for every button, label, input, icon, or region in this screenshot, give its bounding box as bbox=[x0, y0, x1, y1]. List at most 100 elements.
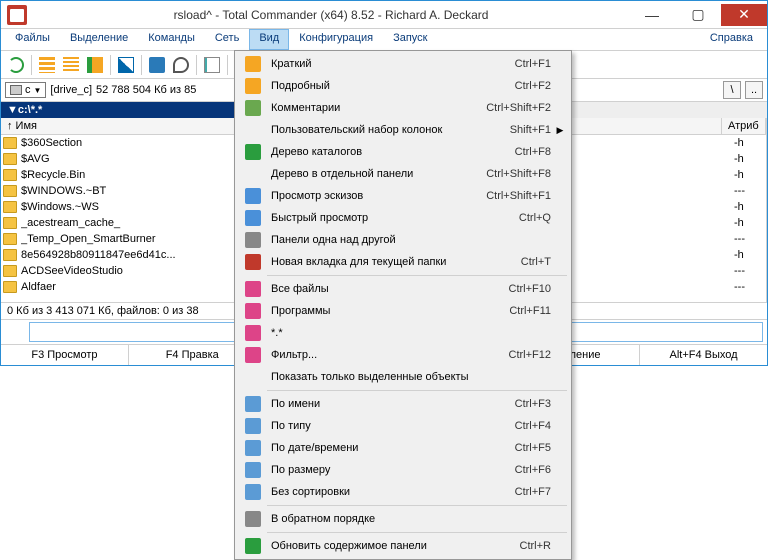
menu-shortcut: Ctrl+F7 bbox=[515, 486, 555, 498]
menu-Конфигурация[interactable]: Конфигурация bbox=[289, 29, 383, 50]
reverse-icon bbox=[245, 511, 261, 527]
menu-item[interactable]: *.* bbox=[237, 322, 569, 344]
menu-label: Дерево в отдельной панели bbox=[265, 168, 486, 180]
nosort-icon bbox=[245, 484, 261, 500]
col-attr-r[interactable]: Атриб bbox=[722, 118, 766, 134]
fkey-button[interactable]: F3 Просмотр bbox=[1, 345, 129, 365]
menu-shortcut: Ctrl+F1 bbox=[515, 58, 555, 70]
invert-icon bbox=[118, 57, 134, 73]
app-window: rsload^ - Total Commander (x64) 8.52 - R… bbox=[0, 0, 768, 366]
menu-label: Подробный bbox=[265, 80, 515, 92]
menu-item[interactable]: ПрограммыCtrl+F11 bbox=[237, 300, 569, 322]
menu-label: Краткий bbox=[265, 58, 515, 70]
menu-shortcut: Shift+F1 bbox=[510, 124, 555, 136]
folder-icon bbox=[3, 185, 17, 197]
thumbs-icon bbox=[245, 188, 261, 204]
menu-item[interactable]: КраткийCtrl+F1 bbox=[237, 53, 569, 75]
menu-label: Без сортировки bbox=[265, 486, 515, 498]
drive-selector-left[interactable]: c ▼ bbox=[5, 82, 46, 98]
full-icon bbox=[63, 57, 79, 73]
chevron-down-icon: ▼ bbox=[34, 86, 42, 95]
menu-shortcut: Ctrl+F3 bbox=[515, 398, 555, 410]
menu-label: Просмотр эскизов bbox=[265, 190, 486, 202]
full-icon bbox=[245, 78, 261, 94]
menu-shortcut: Ctrl+F12 bbox=[509, 349, 556, 361]
notepad-button[interactable] bbox=[201, 54, 223, 76]
menu-shortcut: Ctrl+Shift+F1 bbox=[486, 190, 555, 202]
refresh-button[interactable] bbox=[5, 54, 27, 76]
search-button[interactable] bbox=[170, 54, 192, 76]
menu-Файлы[interactable]: Файлы bbox=[5, 29, 60, 50]
maximize-button[interactable]: ▢ bbox=[675, 4, 721, 26]
view-full-button[interactable] bbox=[60, 54, 82, 76]
nav-up-right[interactable]: .. bbox=[745, 81, 763, 99]
ftp-button[interactable] bbox=[146, 54, 168, 76]
menu-Выделение[interactable]: Выделение bbox=[60, 29, 138, 50]
titlebar: rsload^ - Total Commander (x64) 8.52 - R… bbox=[1, 1, 767, 29]
menu-item[interactable]: Дерево в отдельной панелиCtrl+Shift+F8 bbox=[237, 163, 569, 185]
menu-shortcut: Ctrl+F8 bbox=[515, 146, 555, 158]
minimize-button[interactable]: — bbox=[629, 4, 675, 26]
menu-item[interactable]: Показать только выделенные объекты bbox=[237, 366, 569, 388]
nav-root-right[interactable]: \ bbox=[723, 81, 741, 99]
sorttype-icon bbox=[245, 418, 261, 434]
view-brief-button[interactable] bbox=[36, 54, 58, 76]
drive-letter: c bbox=[25, 84, 31, 96]
quickview-icon bbox=[245, 210, 261, 226]
menu-item[interactable]: По типуCtrl+F4 bbox=[237, 415, 569, 437]
folder-icon bbox=[3, 201, 17, 213]
menu-shortcut: Ctrl+F10 bbox=[509, 283, 556, 295]
menu-item[interactable]: Обновить содержимое панелиCtrl+R bbox=[237, 535, 569, 557]
folder-icon bbox=[3, 233, 17, 245]
col-name[interactable]: ↑ Имя bbox=[1, 118, 273, 134]
menu-item[interactable]: Новая вкладка для текущей папкиCtrl+T bbox=[237, 251, 569, 273]
menu-item[interactable]: Панели одна над другой bbox=[237, 229, 569, 251]
menu-label: Все файлы bbox=[265, 283, 509, 295]
menu-item[interactable]: Быстрый просмотрCtrl+Q bbox=[237, 207, 569, 229]
folder-icon bbox=[3, 137, 17, 149]
menu-shortcut: Ctrl+F11 bbox=[509, 305, 555, 317]
refresh-icon bbox=[245, 538, 261, 554]
hdd-icon bbox=[10, 85, 22, 95]
sortdate-icon bbox=[245, 440, 261, 456]
search-icon bbox=[173, 57, 189, 73]
menu-label: По дате/времени bbox=[265, 442, 515, 454]
folder-icon bbox=[3, 153, 17, 165]
folder-icon bbox=[3, 217, 17, 229]
menu-item[interactable]: По размеруCtrl+F6 bbox=[237, 459, 569, 481]
menu-item[interactable]: В обратном порядке bbox=[237, 508, 569, 530]
menu-Вид[interactable]: Вид bbox=[249, 29, 289, 50]
menu-Команды[interactable]: Команды bbox=[138, 29, 205, 50]
menu-label: В обратном порядке bbox=[265, 513, 551, 525]
menu-label: Новая вкладка для текущей папки bbox=[265, 256, 521, 268]
menu-help[interactable]: Справка bbox=[700, 29, 763, 50]
menu-item[interactable]: Без сортировкиCtrl+F7 bbox=[237, 481, 569, 503]
invert-button[interactable] bbox=[115, 54, 137, 76]
ftp-icon bbox=[149, 57, 165, 73]
menu-item[interactable]: Все файлыCtrl+F10 bbox=[237, 278, 569, 300]
window-title: rsload^ - Total Commander (x64) 8.52 - R… bbox=[33, 8, 629, 22]
menu-label: Дерево каталогов bbox=[265, 146, 515, 158]
menu-label: По имени bbox=[265, 398, 515, 410]
menu-label: По размеру bbox=[265, 464, 515, 476]
menu-item[interactable]: КомментарииCtrl+Shift+F2 bbox=[237, 97, 569, 119]
close-button[interactable]: ✕ bbox=[721, 4, 767, 26]
drive-label: [drive_c] bbox=[50, 84, 92, 96]
wildcard-icon bbox=[245, 325, 261, 341]
view-tree-button[interactable] bbox=[84, 54, 106, 76]
menu-shortcut: Ctrl+F5 bbox=[515, 442, 555, 454]
sortname-icon bbox=[245, 396, 261, 412]
menu-item[interactable]: По имениCtrl+F3 bbox=[237, 393, 569, 415]
submenu-arrow-icon: ▶ bbox=[555, 125, 565, 136]
menu-Запуск[interactable]: Запуск bbox=[383, 29, 437, 50]
fkey-button[interactable]: Alt+F4 Выход bbox=[640, 345, 767, 365]
brief-icon bbox=[245, 56, 261, 72]
menu-item[interactable]: ПодробныйCtrl+F2 bbox=[237, 75, 569, 97]
menu-item[interactable]: Дерево каталоговCtrl+F8 bbox=[237, 141, 569, 163]
menu-item[interactable]: По дате/времениCtrl+F5 bbox=[237, 437, 569, 459]
menu-item[interactable]: Фильтр...Ctrl+F12 bbox=[237, 344, 569, 366]
menu-item[interactable]: Просмотр эскизовCtrl+Shift+F1 bbox=[237, 185, 569, 207]
menu-Сеть[interactable]: Сеть bbox=[205, 29, 249, 50]
menu-item[interactable]: Пользовательский набор колонокShift+F1▶ bbox=[237, 119, 569, 141]
newtab-icon bbox=[245, 254, 261, 270]
